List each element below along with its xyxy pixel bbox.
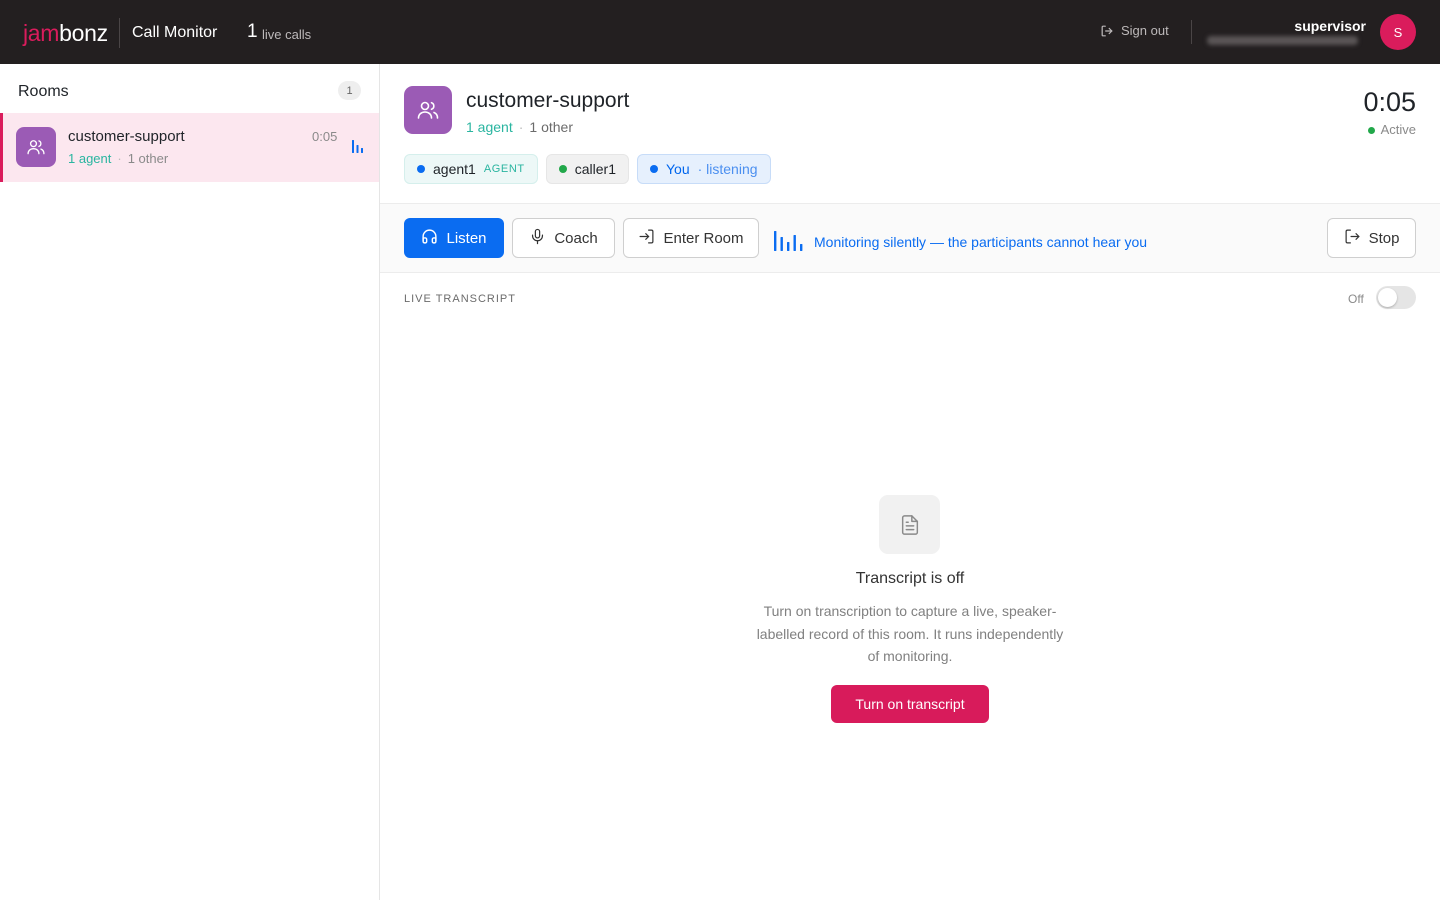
top-divider xyxy=(1191,20,1192,44)
rooms-title: Rooms xyxy=(18,83,69,100)
transcript-toggle[interactable] xyxy=(1376,286,1416,309)
room-other-count: 1 other xyxy=(127,151,169,166)
participant-status: · listening xyxy=(697,161,758,177)
people-icon xyxy=(404,86,452,134)
participant-name: agent1 xyxy=(433,161,476,177)
enter-icon xyxy=(638,228,655,249)
exit-icon xyxy=(1344,228,1361,249)
sound-bars-icon xyxy=(774,229,803,255)
room-meta: 1 agent · 1 other xyxy=(68,151,168,167)
status-dot xyxy=(1367,126,1375,134)
live-calls-label: live calls xyxy=(262,27,312,42)
room-name: customer-support xyxy=(68,128,185,145)
transcript-toggle-knob xyxy=(1378,288,1397,307)
room-meta-separator: · xyxy=(117,151,122,166)
call-status: Active xyxy=(1367,122,1416,138)
transcript-toggle-label: Off xyxy=(1348,292,1364,306)
room-title: customer-support xyxy=(466,89,630,112)
room-duration: 0:05 xyxy=(312,129,338,144)
participant-status-dot xyxy=(417,165,425,173)
rooms-sidebar: Rooms 1 customer-support 1 agent · 1 other… xyxy=(0,64,380,900)
participant-role: AGENT xyxy=(483,163,525,175)
people-icon xyxy=(16,127,56,167)
room-header-meta: 1 agent · 1 other xyxy=(466,118,573,136)
transcript-empty-description: Turn on transcription to capture a live,… xyxy=(756,603,1064,664)
document-icon xyxy=(879,495,940,554)
avatar[interactable]: S xyxy=(1380,14,1416,50)
brand-divider xyxy=(119,18,120,48)
monitoring-notice: Monitoring silently — the participants c… xyxy=(774,229,1147,255)
user-detail-redacted xyxy=(1207,36,1358,45)
sign-out-button[interactable]: Sign out xyxy=(1100,23,1169,38)
listen-button[interactable]: Listen xyxy=(404,218,504,258)
live-transcript-heading: LIVE TRANSCRIPT xyxy=(404,293,516,305)
participant-name: You xyxy=(665,161,690,177)
stop-button[interactable]: Stop xyxy=(1327,218,1416,258)
room-meta-separator: · xyxy=(518,119,524,135)
signout-icon xyxy=(1100,24,1114,38)
headphones-icon xyxy=(421,228,438,249)
coach-label: Coach xyxy=(554,229,598,247)
status-label: Active xyxy=(1380,122,1416,137)
microphone-icon xyxy=(529,228,546,249)
app-title: Call Monitor xyxy=(132,24,218,41)
participant-status-dot xyxy=(558,165,567,173)
room-other-count: 1 other xyxy=(529,119,573,135)
user-name: supervisor xyxy=(1294,18,1366,34)
brand-logo[interactable]: jambonz xyxy=(23,19,108,47)
monitoring-notice-text: Monitoring silently — the participants c… xyxy=(814,234,1148,250)
sound-bars-icon xyxy=(351,139,365,158)
monitor-controls: Listen Coach Enter Room Monitoring silen… xyxy=(380,203,1440,273)
room-agent-count: 1 agent xyxy=(466,119,513,135)
participant-chip-you: You · listening xyxy=(636,154,771,184)
call-timer: 0:05 xyxy=(1363,87,1416,117)
participant-name: caller1 xyxy=(574,161,616,177)
enter-room-button[interactable]: Enter Room xyxy=(623,218,759,258)
live-calls-count: 1 xyxy=(247,21,258,42)
participant-status-dot xyxy=(649,165,658,173)
brand-logo-bonz: bonz xyxy=(59,20,108,46)
sign-out-label: Sign out xyxy=(1121,23,1169,38)
brand-logo-jam: jam xyxy=(23,20,60,46)
coach-button[interactable]: Coach xyxy=(512,218,615,258)
rooms-count-badge: 1 xyxy=(338,81,361,100)
participant-chips: agent1 AGENT caller1 You · listening xyxy=(404,154,771,184)
turn-on-transcript-button[interactable]: Turn on transcript xyxy=(831,685,989,723)
room-list-item[interactable]: customer-support 1 agent · 1 other 0:05 xyxy=(0,113,379,182)
participant-chip-caller1: caller1 xyxy=(545,154,629,184)
transcript-empty-title: Transcript is off xyxy=(855,570,965,587)
top-bar: jambonz Call Monitor 1 live calls Sign o… xyxy=(0,0,1440,64)
listen-label: Listen xyxy=(446,229,487,247)
room-detail: customer-support 1 agent · 1 other 0:05 Ac… xyxy=(380,64,1440,900)
enter-room-label: Enter Room xyxy=(663,229,744,247)
participant-chip-agent1: agent1 AGENT xyxy=(404,154,538,184)
room-agent-count: 1 agent xyxy=(68,151,112,166)
stop-label: Stop xyxy=(1368,229,1400,247)
